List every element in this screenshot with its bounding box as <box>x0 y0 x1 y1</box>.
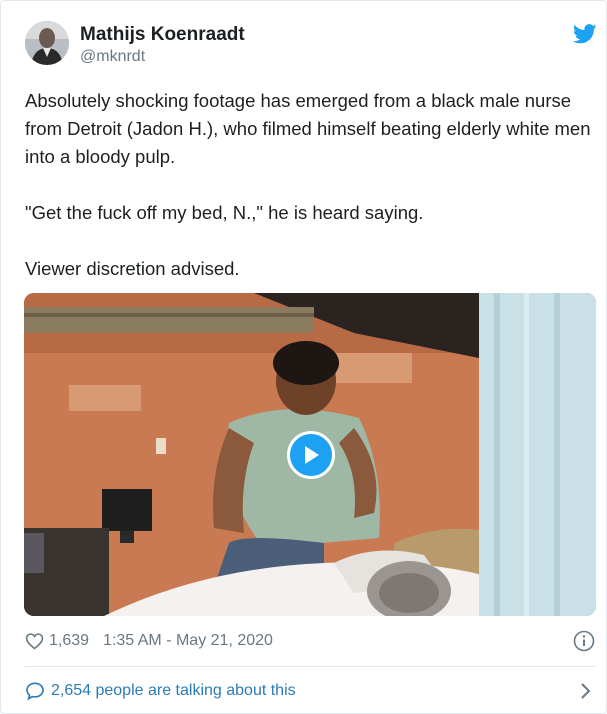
avatar-photo <box>25 21 69 65</box>
tweet-paragraph: "Get the fuck off my bed, N.," he is hea… <box>25 202 424 223</box>
tweet-paragraph: Absolutely shocking footage has emerged … <box>25 90 591 167</box>
like-count[interactable]: 1,639 <box>49 632 89 650</box>
author-name[interactable]: Mathijs Koenraadt <box>80 23 245 47</box>
video-thumbnail[interactable] <box>24 293 596 616</box>
conversation-text: 2,654 people are talking about this <box>51 682 296 699</box>
twitter-bird-icon[interactable] <box>573 23 597 45</box>
play-button[interactable] <box>287 431 335 479</box>
info-icon[interactable] <box>573 630 595 652</box>
play-icon <box>305 446 319 464</box>
avatar[interactable] <box>25 21 69 65</box>
tweet-paragraph: Viewer discretion advised. <box>25 258 240 279</box>
chevron-right-icon <box>581 683 591 699</box>
heart-icon[interactable] <box>25 632 44 650</box>
comment-bubble-icon <box>26 682 44 701</box>
author-handle[interactable]: @mknrdt <box>80 47 145 67</box>
tweet-text: Absolutely shocking footage has emerged … <box>25 87 595 283</box>
divider <box>25 666 595 667</box>
tweet-meta: 1,639 1:35 AM - May 21, 2020 <box>25 629 273 653</box>
tweet-card: Mathijs Koenraadt @mknrdt Absolutely sho… <box>0 0 607 714</box>
conversation-link[interactable]: 2,654 people are talking about this <box>25 679 595 703</box>
timestamp-link[interactable]: 1:35 AM - May 21, 2020 <box>103 632 273 650</box>
